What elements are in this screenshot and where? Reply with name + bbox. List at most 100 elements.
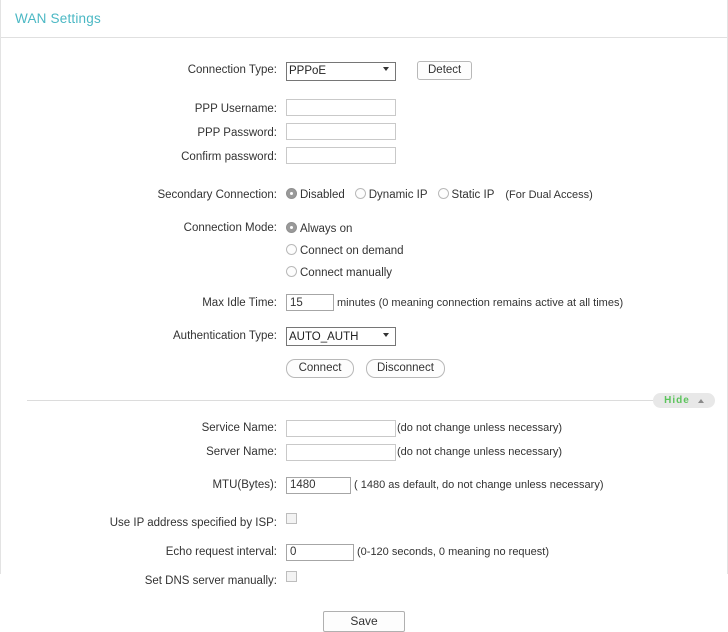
connection-mode-option-label: Always on — [300, 222, 353, 235]
secondary-connection-option-dynamic-ip[interactable]: Dynamic IP — [354, 185, 428, 205]
service-name-label: Service Name: — [201, 422, 277, 434]
secondary-connection-label: Secondary Connection: — [157, 188, 277, 201]
set-dns-manually-row: Set DNS server manually: — [1, 571, 727, 591]
wan-settings-form: Connection Type: PPPoE Detect PPP Userna… — [1, 38, 727, 632]
page-title: WAN Settings — [15, 11, 101, 26]
confirm-password-label: Confirm password: — [181, 150, 277, 163]
service-name-row: Service Name: (do not change unless nece… — [1, 418, 727, 438]
radio-icon[interactable] — [437, 187, 449, 199]
service-name-hint: (do not change unless necessary) — [397, 422, 563, 434]
max-idle-time-label: Max Idle Time: — [202, 296, 277, 309]
authentication-type-label: Authentication Type: — [173, 329, 277, 342]
ppp-username-label: PPP Username: — [194, 102, 277, 115]
set-dns-manually-field — [286, 571, 727, 582]
hide-toggle-label: Hide — [664, 395, 690, 406]
secondary-connection-note: (For Dual Access) — [505, 188, 593, 201]
connection-mode-option-label: Connect on demand — [300, 244, 404, 257]
mtu-field: ( 1480 as default, do not change unless … — [286, 475, 727, 495]
set-dns-manually-label: Set DNS server manually: — [144, 575, 277, 587]
secondary-connection-field: Disabled Dynamic IP Static IP (For Dual … — [286, 185, 727, 205]
radio-icon[interactable] — [354, 187, 366, 199]
server-name-label: Server Name: — [206, 446, 277, 458]
echo-request-label: Echo request interval: — [165, 546, 277, 558]
mtu-hint: ( 1480 as default, do not change unless … — [354, 479, 604, 491]
authentication-type-field: AUTO_AUTH — [286, 326, 727, 346]
server-name-hint: (do not change unless necessary) — [397, 446, 563, 458]
max-idle-time-hint: minutes (0 meaning connection remains ac… — [337, 296, 624, 309]
connection-type-select[interactable]: PPPoE — [286, 61, 396, 81]
radio-icon[interactable] — [286, 243, 297, 255]
page-header: WAN Settings — [1, 0, 727, 38]
connection-actions-row: Connect Disconnect — [1, 359, 727, 378]
chevron-up-icon — [697, 398, 704, 403]
service-name-field: (do not change unless necessary) — [286, 418, 727, 438]
ppp-username-input[interactable] — [286, 98, 396, 116]
authentication-type-select[interactable]: AUTO_AUTH — [286, 327, 396, 346]
radio-icon[interactable] — [286, 265, 297, 277]
detect-button[interactable]: Detect — [417, 60, 473, 80]
connection-mode-row: Connection Mode: Always on Connect on de… — [1, 218, 727, 284]
confirm-password-row: Confirm password: — [1, 146, 727, 167]
save-button[interactable]: Save — [323, 611, 405, 632]
use-isp-ip-row: Use IP address specified by ISP: — [1, 513, 727, 533]
service-name-input[interactable] — [286, 419, 396, 437]
echo-request-input[interactable] — [286, 543, 354, 561]
radio-icon[interactable] — [286, 187, 297, 199]
secondary-connection-option-disabled[interactable]: Disabled — [286, 185, 345, 205]
hide-toggle-button[interactable]: Hide — [653, 393, 715, 408]
authentication-type-select-wrap: AUTO_AUTH — [286, 326, 396, 346]
connection-type-row: Connection Type: PPPoE Detect — [1, 60, 727, 81]
echo-request-hint: (0-120 seconds, 0 meaning no request) — [357, 546, 550, 558]
connect-button[interactable]: Connect — [286, 359, 354, 378]
connection-mode-option-on-demand[interactable]: Connect on demand — [286, 240, 727, 261]
mtu-row: MTU(Bytes): ( 1480 as default, do not ch… — [1, 475, 727, 495]
ppp-password-row: PPP Password: — [1, 122, 727, 143]
section-divider — [27, 400, 705, 401]
max-idle-time-input[interactable] — [286, 294, 334, 311]
disconnect-button[interactable]: Disconnect — [366, 359, 445, 378]
secondary-connection-option-label: Disabled — [300, 188, 345, 201]
connection-mode-option-label: Connect manually — [300, 266, 393, 279]
confirm-password-input[interactable] — [286, 146, 396, 164]
connection-type-select-wrap: PPPoE — [286, 60, 396, 81]
use-isp-ip-checkbox[interactable] — [286, 513, 297, 524]
secondary-connection-row: Secondary Connection: Disabled Dynamic I… — [1, 185, 727, 205]
advanced-section-divider-wrap: Hide — [1, 392, 727, 418]
connection-actions-field: Connect Disconnect — [286, 359, 727, 378]
max-idle-time-row: Max Idle Time: minutes (0 meaning connec… — [1, 293, 727, 313]
echo-request-field: (0-120 seconds, 0 meaning no request) — [286, 542, 727, 562]
wan-settings-page: WAN Settings Connection Type: PPPoE Dete… — [0, 0, 728, 632]
connection-mode-field: Always on Connect on demand Connect manu… — [286, 218, 727, 284]
secondary-connection-option-static-ip[interactable]: Static IP — [437, 185, 494, 205]
server-name-row: Server Name: (do not change unless neces… — [1, 442, 727, 462]
connection-mode-option-always-on[interactable]: Always on — [286, 218, 727, 239]
mtu-label: MTU(Bytes): — [212, 479, 277, 491]
connection-mode-option-manually[interactable]: Connect manually — [286, 262, 727, 283]
connection-type-label: Connection Type: — [187, 64, 277, 76]
ppp-password-input[interactable] — [286, 122, 396, 140]
mtu-input[interactable] — [286, 476, 351, 494]
ppp-username-field — [286, 98, 727, 116]
secondary-connection-option-label: Dynamic IP — [368, 188, 428, 201]
form-footer: Save — [1, 611, 727, 632]
use-isp-ip-label: Use IP address specified by ISP: — [109, 517, 277, 529]
connection-mode-label: Connection Mode: — [183, 221, 277, 234]
echo-request-row: Echo request interval: (0-120 seconds, 0… — [1, 542, 727, 562]
radio-icon[interactable] — [286, 221, 297, 233]
use-isp-ip-field — [286, 513, 727, 524]
set-dns-manually-checkbox[interactable] — [286, 571, 297, 582]
ppp-password-label: PPP Password: — [197, 126, 277, 139]
ppp-password-field — [286, 122, 727, 140]
ppp-username-row: PPP Username: — [1, 98, 727, 119]
connection-type-field: PPPoE Detect — [286, 60, 727, 81]
server-name-field: (do not change unless necessary) — [286, 442, 727, 462]
server-name-input[interactable] — [286, 443, 396, 461]
confirm-password-field — [286, 146, 727, 164]
